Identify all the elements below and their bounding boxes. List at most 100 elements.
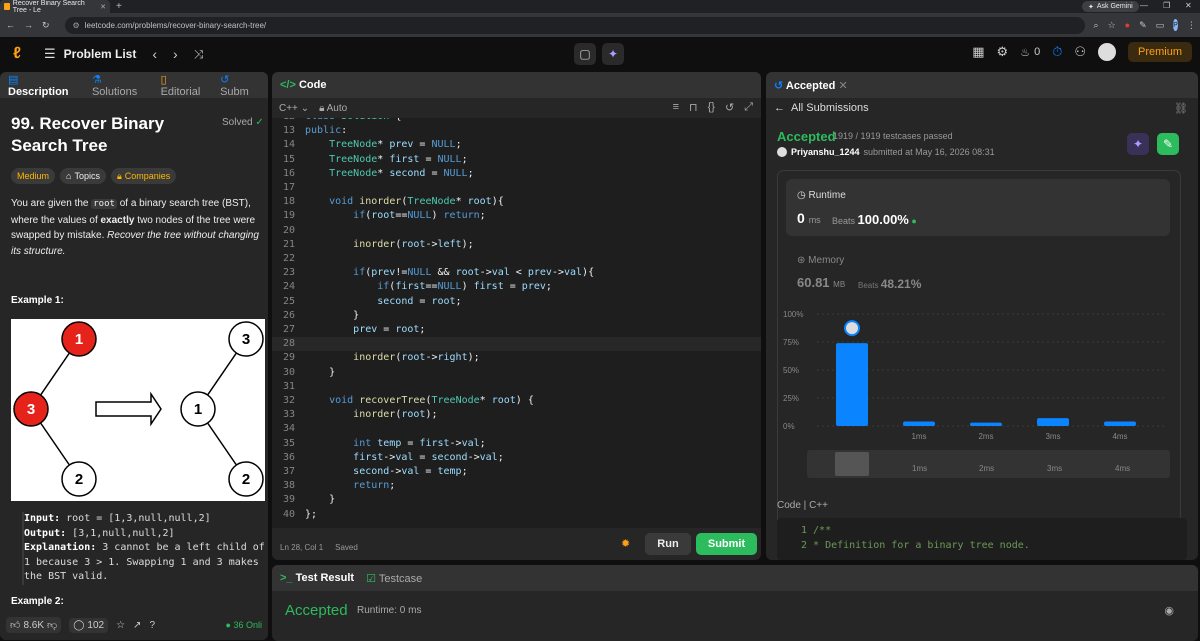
code-line[interactable]: 32 void recoverTree(TreeNode* root) { [272, 394, 761, 408]
minimize-icon[interactable]: — [1140, 1, 1148, 10]
code-line[interactable]: 34 [272, 422, 761, 436]
reset-icon[interactable]: ↺ [725, 101, 734, 114]
format-icon[interactable]: ≡ [673, 101, 679, 114]
code-line[interactable]: 40}; [272, 508, 761, 522]
tab-submissions[interactable]: ↺ Subm [220, 73, 260, 98]
debug-icon[interactable]: ✹ [621, 537, 630, 550]
ai-analyze-button[interactable]: ✦ [1127, 133, 1149, 155]
extensions-puzzle-icon[interactable]: ✎ [1139, 20, 1147, 31]
submitter-name[interactable]: Priyanshu_1244 [791, 147, 860, 157]
bookmark-star-icon[interactable]: ☆ [1108, 20, 1116, 31]
bookmark-icon[interactable]: ⊓ [689, 101, 698, 114]
premium-button[interactable]: Premium [1127, 42, 1192, 62]
code-line[interactable]: 28 [272, 337, 761, 352]
close-tab-icon[interactable]: ✕ [100, 3, 106, 11]
close-window-icon[interactable]: ✕ [1185, 1, 1192, 10]
topics-tag[interactable]: ⌂ Topics [60, 168, 106, 184]
submit-button[interactable]: Submit [696, 533, 757, 555]
timer-icon[interactable]: ⏱ [1052, 44, 1062, 60]
reload-icon[interactable]: ↻ [42, 20, 50, 31]
code-editor[interactable]: 12class Solution {13public:14 TreeNode* … [272, 118, 761, 528]
share-icon[interactable]: ↗ [133, 620, 141, 631]
settings-gear-icon[interactable]: ⚙ [997, 44, 1009, 60]
braces-icon[interactable]: {} [708, 101, 715, 114]
new-tab-button[interactable]: + [116, 1, 122, 12]
close-tab-icon[interactable]: ✕ [838, 80, 847, 92]
url-field[interactable]: ⚙ leetcode.com/problems/recover-binary-s… [64, 16, 1085, 34]
code-line[interactable]: 27 prev = root; [272, 323, 761, 337]
thumbs-down-icon[interactable]: 👎︎ [47, 619, 57, 631]
chart-bar-0ms[interactable] [836, 343, 868, 426]
tab-test-result[interactable]: >_ Test Result [280, 572, 354, 584]
tab-testcase[interactable]: ☑ Testcase [366, 572, 422, 585]
eye-icon[interactable]: ◉ [1164, 604, 1174, 617]
problem-list-icon[interactable]: ☰ [44, 46, 56, 62]
all-submissions-link[interactable]: ← All Submissions [774, 102, 869, 114]
back-icon[interactable]: ← [6, 20, 15, 30]
code-line[interactable]: 29 inorder(root->right); [272, 351, 761, 365]
run-button[interactable]: Run [645, 533, 691, 555]
prev-problem-icon[interactable]: ‹ [152, 46, 157, 62]
code-line[interactable]: 15 TreeNode* first = NULL; [272, 153, 761, 167]
profile-avatar[interactable]: P [1173, 19, 1178, 31]
ask-gemini-button[interactable]: ✦ Ask Gemini [1082, 1, 1139, 12]
menu-dots-icon[interactable]: ⋮ [1187, 20, 1196, 31]
memory-label[interactable]: ⊛ Memory [797, 255, 844, 266]
code-line[interactable]: 37 second->val = temp; [272, 465, 761, 479]
tab-solutions[interactable]: ⚗ Solutions [92, 73, 149, 98]
code-line[interactable]: 19 if(root==NULL) return; [272, 209, 761, 223]
range-handle[interactable] [835, 452, 869, 476]
streak-counter[interactable]: ♨ 0 [1020, 46, 1040, 59]
runtime-card[interactable]: ◷ Runtime 0 ms Beats 100.00% ● [786, 179, 1170, 236]
edit-solution-button[interactable]: ✎ [1157, 133, 1179, 155]
code-line[interactable]: 35 int temp = first->val; [272, 437, 761, 451]
code-line[interactable]: 33 inorder(root); [272, 408, 761, 422]
code-line[interactable]: 16 TreeNode* second = NULL; [272, 167, 761, 181]
chart-range-slider[interactable]: 1ms 2ms 3ms 4ms [807, 450, 1170, 478]
difficulty-tag[interactable]: Medium [11, 168, 56, 184]
layout-grid-icon[interactable]: ▦ [972, 44, 984, 60]
code-line[interactable]: 22 [272, 252, 761, 266]
submitted-code-view[interactable]: 1 /** 2 * Definition for a binary tree n… [777, 518, 1187, 560]
add-user-icon[interactable]: ⚇ [1074, 44, 1086, 60]
code-line[interactable]: 39 } [272, 493, 761, 507]
help-icon[interactable]: ? [149, 620, 155, 631]
code-line[interactable]: 14 TreeNode* prev = NULL; [272, 138, 761, 152]
side-panel-icon[interactable]: ▭ [1156, 20, 1165, 31]
link-icon[interactable]: ⛓ [1174, 102, 1188, 115]
code-line[interactable]: 31 [272, 380, 761, 394]
ai-sparkle-icon[interactable]: ✦ [602, 43, 624, 65]
user-avatar[interactable] [1097, 43, 1116, 61]
code-line[interactable]: 25 second = root; [272, 295, 761, 309]
chart-bar-4ms[interactable] [1104, 421, 1136, 426]
code-line[interactable]: 36 first->val = second->val; [272, 451, 761, 465]
language-select[interactable]: C++ ⌄ [279, 103, 309, 114]
code-line[interactable]: 17 [272, 181, 761, 195]
comments-button[interactable]: ◯ 102 [69, 617, 109, 633]
chart-bar-1ms[interactable] [903, 421, 935, 426]
tab-accepted[interactable]: ↺ Accepted ✕ [774, 79, 848, 92]
code-line[interactable]: 38 return; [272, 479, 761, 493]
code-line[interactable]: 13 public: [272, 124, 761, 138]
chart-bar-2ms[interactable] [970, 422, 1002, 426]
tab-editorial[interactable]: ▯ Editorial [161, 73, 209, 98]
star-icon[interactable]: ☆ [116, 620, 125, 631]
chart-bar-3ms[interactable] [1037, 418, 1069, 426]
maximize-icon[interactable]: ❐ [1163, 1, 1170, 10]
browser-tab[interactable]: Recover Binary Search Tree - Le ✕ [0, 0, 110, 14]
zoom-icon[interactable]: ⌕ [1094, 20, 1099, 31]
notes-icon[interactable]: ▢ [574, 43, 596, 65]
leetcode-logo-icon[interactable]: ℓ [8, 45, 26, 63]
code-line[interactable]: 24 if(first==NULL) first = prev; [272, 280, 761, 294]
tab-description[interactable]: ▤ Description [8, 73, 80, 98]
companies-tag[interactable]: 🔒︎ Companies [110, 168, 177, 184]
forward-icon[interactable]: → [24, 20, 33, 30]
shuffle-icon[interactable]: ⤨ [194, 47, 204, 62]
code-line[interactable]: 21 inorder(root->left); [272, 238, 761, 252]
problem-list-link[interactable]: Problem List [64, 47, 137, 61]
extension-icon[interactable]: ● [1125, 20, 1130, 30]
site-info-icon[interactable]: ⚙ [73, 21, 80, 30]
auto-mode[interactable]: 🔒︎ Auto [319, 103, 347, 114]
code-line[interactable]: 18 void inorder(TreeNode* root){ [272, 195, 761, 209]
like-button[interactable]: 👍︎ 8.6K 👎︎ [6, 617, 62, 633]
